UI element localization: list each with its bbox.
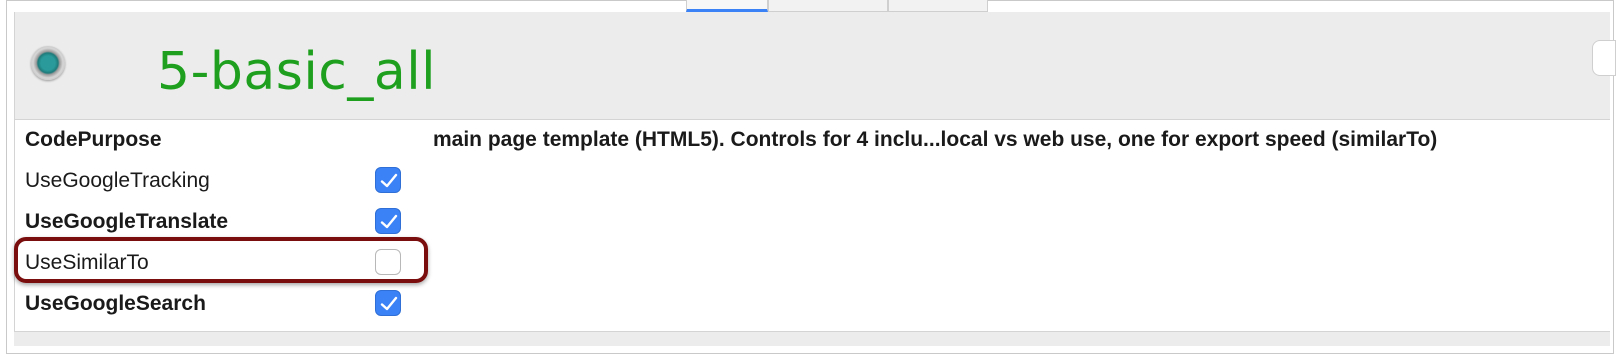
usegoogletracking-checkbox[interactable] <box>375 167 401 193</box>
tab[interactable] <box>768 0 888 12</box>
row-label: CodePurpose <box>25 128 162 151</box>
usegooglesearch-checkbox[interactable] <box>375 290 401 316</box>
table-row-usegoogletranslate: UseGoogleTranslate <box>25 204 1585 244</box>
table-row-codepurpose: CodePurpose main page template (HTML5). … <box>25 122 1585 162</box>
row-label: UseGoogleSearch <box>25 292 206 315</box>
attributes-table: CodePurpose main page template (HTML5). … <box>14 120 1610 332</box>
tab[interactable] <box>888 0 988 12</box>
side-panel-handle[interactable] <box>1592 40 1616 76</box>
page-title: 5-basic_all <box>157 42 437 102</box>
table-row-usegoogletracking: UseGoogleTracking <box>25 163 1585 203</box>
status-indicator-icon <box>31 46 65 80</box>
table-row-usesimilarto: UseSimilarTo <box>25 245 1585 285</box>
usegoogletranslate-checkbox[interactable] <box>375 208 401 234</box>
row-label: UseGoogleTracking <box>25 169 210 192</box>
checkmark-icon <box>380 214 398 229</box>
row-label: UseSimilarTo <box>25 251 149 274</box>
row-label: UseGoogleTranslate <box>25 210 229 233</box>
checkmark-icon <box>380 296 398 311</box>
table-row-usegooglesearch: UseGoogleSearch <box>25 286 1585 326</box>
code-purpose-value[interactable]: main page template (HTML5). Controls for… <box>433 128 1437 152</box>
footer-bar <box>14 332 1610 346</box>
usesimilarto-checkbox[interactable] <box>375 249 401 275</box>
checkmark-icon <box>380 173 398 188</box>
tab-active[interactable] <box>686 0 768 12</box>
record-header: 5-basic_all <box>14 12 1616 120</box>
